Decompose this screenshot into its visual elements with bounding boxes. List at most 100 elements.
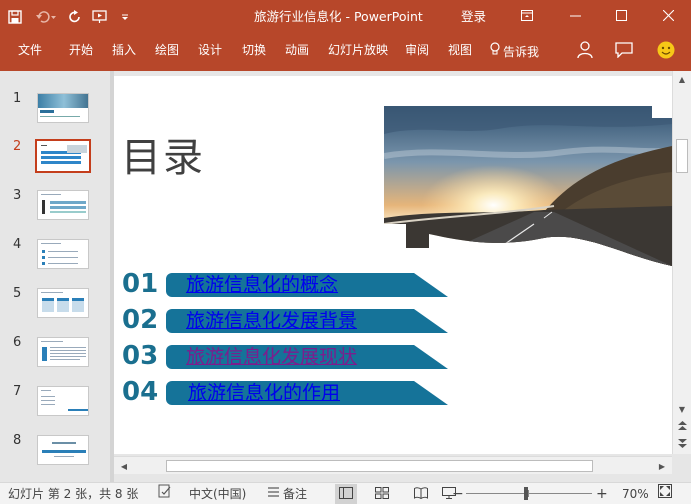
close-icon xyxy=(662,9,674,24)
tab-design[interactable]: 设计 xyxy=(198,33,222,71)
ribbon-display-icon xyxy=(521,9,533,24)
ribbon-display-options-button[interactable] xyxy=(504,0,550,33)
slide-sorter-view-button[interactable] xyxy=(371,484,393,504)
toc-item-2[interactable]: 02 旅游信息化发展背景 xyxy=(114,305,454,337)
slide-counter[interactable]: 幻灯片 第 2 张，共 8 张 xyxy=(8,483,138,504)
feedback-smiley-button[interactable] xyxy=(653,38,679,64)
vertical-scrollbar[interactable]: ▲ ▼ xyxy=(672,71,691,454)
start-slideshow-button[interactable] xyxy=(86,0,114,33)
horizontal-scrollbar[interactable]: ◀ ▶ xyxy=(114,456,672,474)
comments-button[interactable] xyxy=(611,38,637,64)
zoom-slider-thumb[interactable] xyxy=(524,487,528,500)
language-status[interactable]: 中文(中国) xyxy=(189,483,246,504)
toc-item-4[interactable]: 04 旅游信息化的作用 xyxy=(114,377,454,409)
slide-thumbnail-4[interactable] xyxy=(37,239,89,269)
thumbnail-row-7[interactable]: 7 xyxy=(0,384,110,424)
horizontal-scroll-thumb[interactable] xyxy=(166,460,593,472)
zoom-slider-track[interactable] xyxy=(466,493,592,494)
thumbnail-row-3[interactable]: 3 xyxy=(0,188,110,228)
zoom-out-button[interactable]: − xyxy=(452,483,464,504)
toc-link[interactable]: 旅游信息化的概念 xyxy=(186,272,338,298)
thumbnail-row-2[interactable]: 2 xyxy=(0,139,110,179)
tab-view[interactable]: 视图 xyxy=(448,33,472,71)
thumbnail-row-4[interactable]: 4 xyxy=(0,237,110,277)
toc-item-1[interactable]: 01 旅游信息化的概念 xyxy=(114,269,454,301)
toc-number: 04 xyxy=(122,377,159,407)
thumbnail-line xyxy=(41,292,63,293)
tab-review[interactable]: 审阅 xyxy=(405,33,429,71)
login-button[interactable]: 登录 xyxy=(461,0,486,33)
slide-canvas[interactable]: 目录 01 旅游信息化的概念 02 旅游信息化发展背景 03 旅游信息化发展现状… xyxy=(114,76,672,454)
thumbnail-shape xyxy=(50,201,86,204)
save-button[interactable] xyxy=(0,0,30,33)
notes-button[interactable]: 备注 xyxy=(267,483,307,504)
tab-draw[interactable]: 绘图 xyxy=(155,33,179,71)
vertical-scroll-thumb[interactable] xyxy=(676,139,688,173)
thumbnail-row-8[interactable]: 8 xyxy=(0,433,110,473)
thumbnail-line xyxy=(41,243,61,244)
maximize-icon xyxy=(615,9,627,24)
spell-check-status[interactable] xyxy=(158,483,172,504)
undo-button[interactable] xyxy=(30,0,64,33)
minus-icon: − xyxy=(452,485,464,502)
slide-thumbnail-7[interactable] xyxy=(37,386,89,416)
customize-qat-button[interactable] xyxy=(114,0,136,33)
tab-animations[interactable]: 动画 xyxy=(285,33,309,71)
reading-view-button[interactable] xyxy=(410,484,432,504)
slideshow-icon xyxy=(92,9,108,24)
tab-insert[interactable]: 插入 xyxy=(112,33,136,71)
thumbnail-line xyxy=(50,347,86,348)
normal-view-icon xyxy=(339,486,353,502)
normal-view-button[interactable] xyxy=(335,484,357,504)
thumbnail-row-1[interactable]: 1 xyxy=(0,91,110,131)
toc-link[interactable]: 旅游信息化发展背景 xyxy=(186,308,357,334)
zoom-in-button[interactable]: + xyxy=(596,483,608,504)
tab-home[interactable]: 开始 xyxy=(69,33,93,71)
thumbnail-line xyxy=(54,456,74,457)
tab-slideshow[interactable]: 幻灯片放映 xyxy=(328,33,388,71)
previous-slide-button[interactable] xyxy=(676,420,688,434)
next-slide-button[interactable] xyxy=(676,437,688,451)
scroll-left-button[interactable]: ◀ xyxy=(118,460,130,472)
slide-thumbnail-5[interactable] xyxy=(37,288,89,318)
slide-title[interactable]: 目录 xyxy=(121,134,205,182)
slide-thumbnail-2[interactable] xyxy=(35,139,91,173)
tab-file[interactable]: 文件 xyxy=(18,33,42,71)
slide-thumbnail-3[interactable] xyxy=(37,190,89,220)
close-button[interactable] xyxy=(645,0,691,33)
tell-me-search[interactable]: 告诉我 xyxy=(490,33,539,71)
redo-button[interactable] xyxy=(64,0,86,33)
thumbnail-number: 7 xyxy=(13,384,22,399)
smiley-icon xyxy=(657,41,675,62)
fit-to-window-button[interactable] xyxy=(658,483,672,504)
thumbnail-line xyxy=(41,341,63,342)
thumbnail-row-5[interactable]: 5 xyxy=(0,286,110,326)
slide-thumbnail-pane[interactable]: 1 2 3 4 5 6 7 8 xyxy=(0,71,110,482)
slide-thumbnail-8[interactable] xyxy=(37,435,89,465)
quick-access-toolbar xyxy=(0,0,136,33)
thumbnail-shape xyxy=(42,256,45,259)
thumbnail-line xyxy=(41,396,55,397)
chevron-right-icon: ▶ xyxy=(658,461,666,471)
double-chevron-up-icon xyxy=(677,421,687,433)
scroll-right-button[interactable]: ▶ xyxy=(656,460,668,472)
scroll-up-button[interactable]: ▲ xyxy=(676,73,688,85)
minimize-button[interactable] xyxy=(552,0,598,33)
thumbnail-line xyxy=(50,353,86,354)
maximize-button[interactable] xyxy=(598,0,644,33)
toc-item-3[interactable]: 03 旅游信息化发展现状 xyxy=(114,341,454,373)
chevron-down-icon xyxy=(121,13,129,21)
thumbnail-line xyxy=(48,257,78,258)
landscape-photo[interactable] xyxy=(384,106,672,266)
tab-transitions[interactable]: 切换 xyxy=(242,33,266,71)
slide-thumbnail-6[interactable] xyxy=(37,337,89,367)
chevron-down-icon: ▼ xyxy=(678,404,686,414)
zoom-level[interactable]: 70% xyxy=(622,483,649,504)
toc-link-visited[interactable]: 旅游信息化发展现状 xyxy=(186,344,357,370)
scroll-down-button[interactable]: ▼ xyxy=(676,403,688,415)
share-button[interactable] xyxy=(572,38,598,64)
slide-thumbnail-1[interactable] xyxy=(37,93,89,123)
thumbnail-row-6[interactable]: 6 xyxy=(0,335,110,375)
thumbnail-shape xyxy=(42,250,45,253)
toc-link[interactable]: 旅游信息化的作用 xyxy=(188,380,340,406)
